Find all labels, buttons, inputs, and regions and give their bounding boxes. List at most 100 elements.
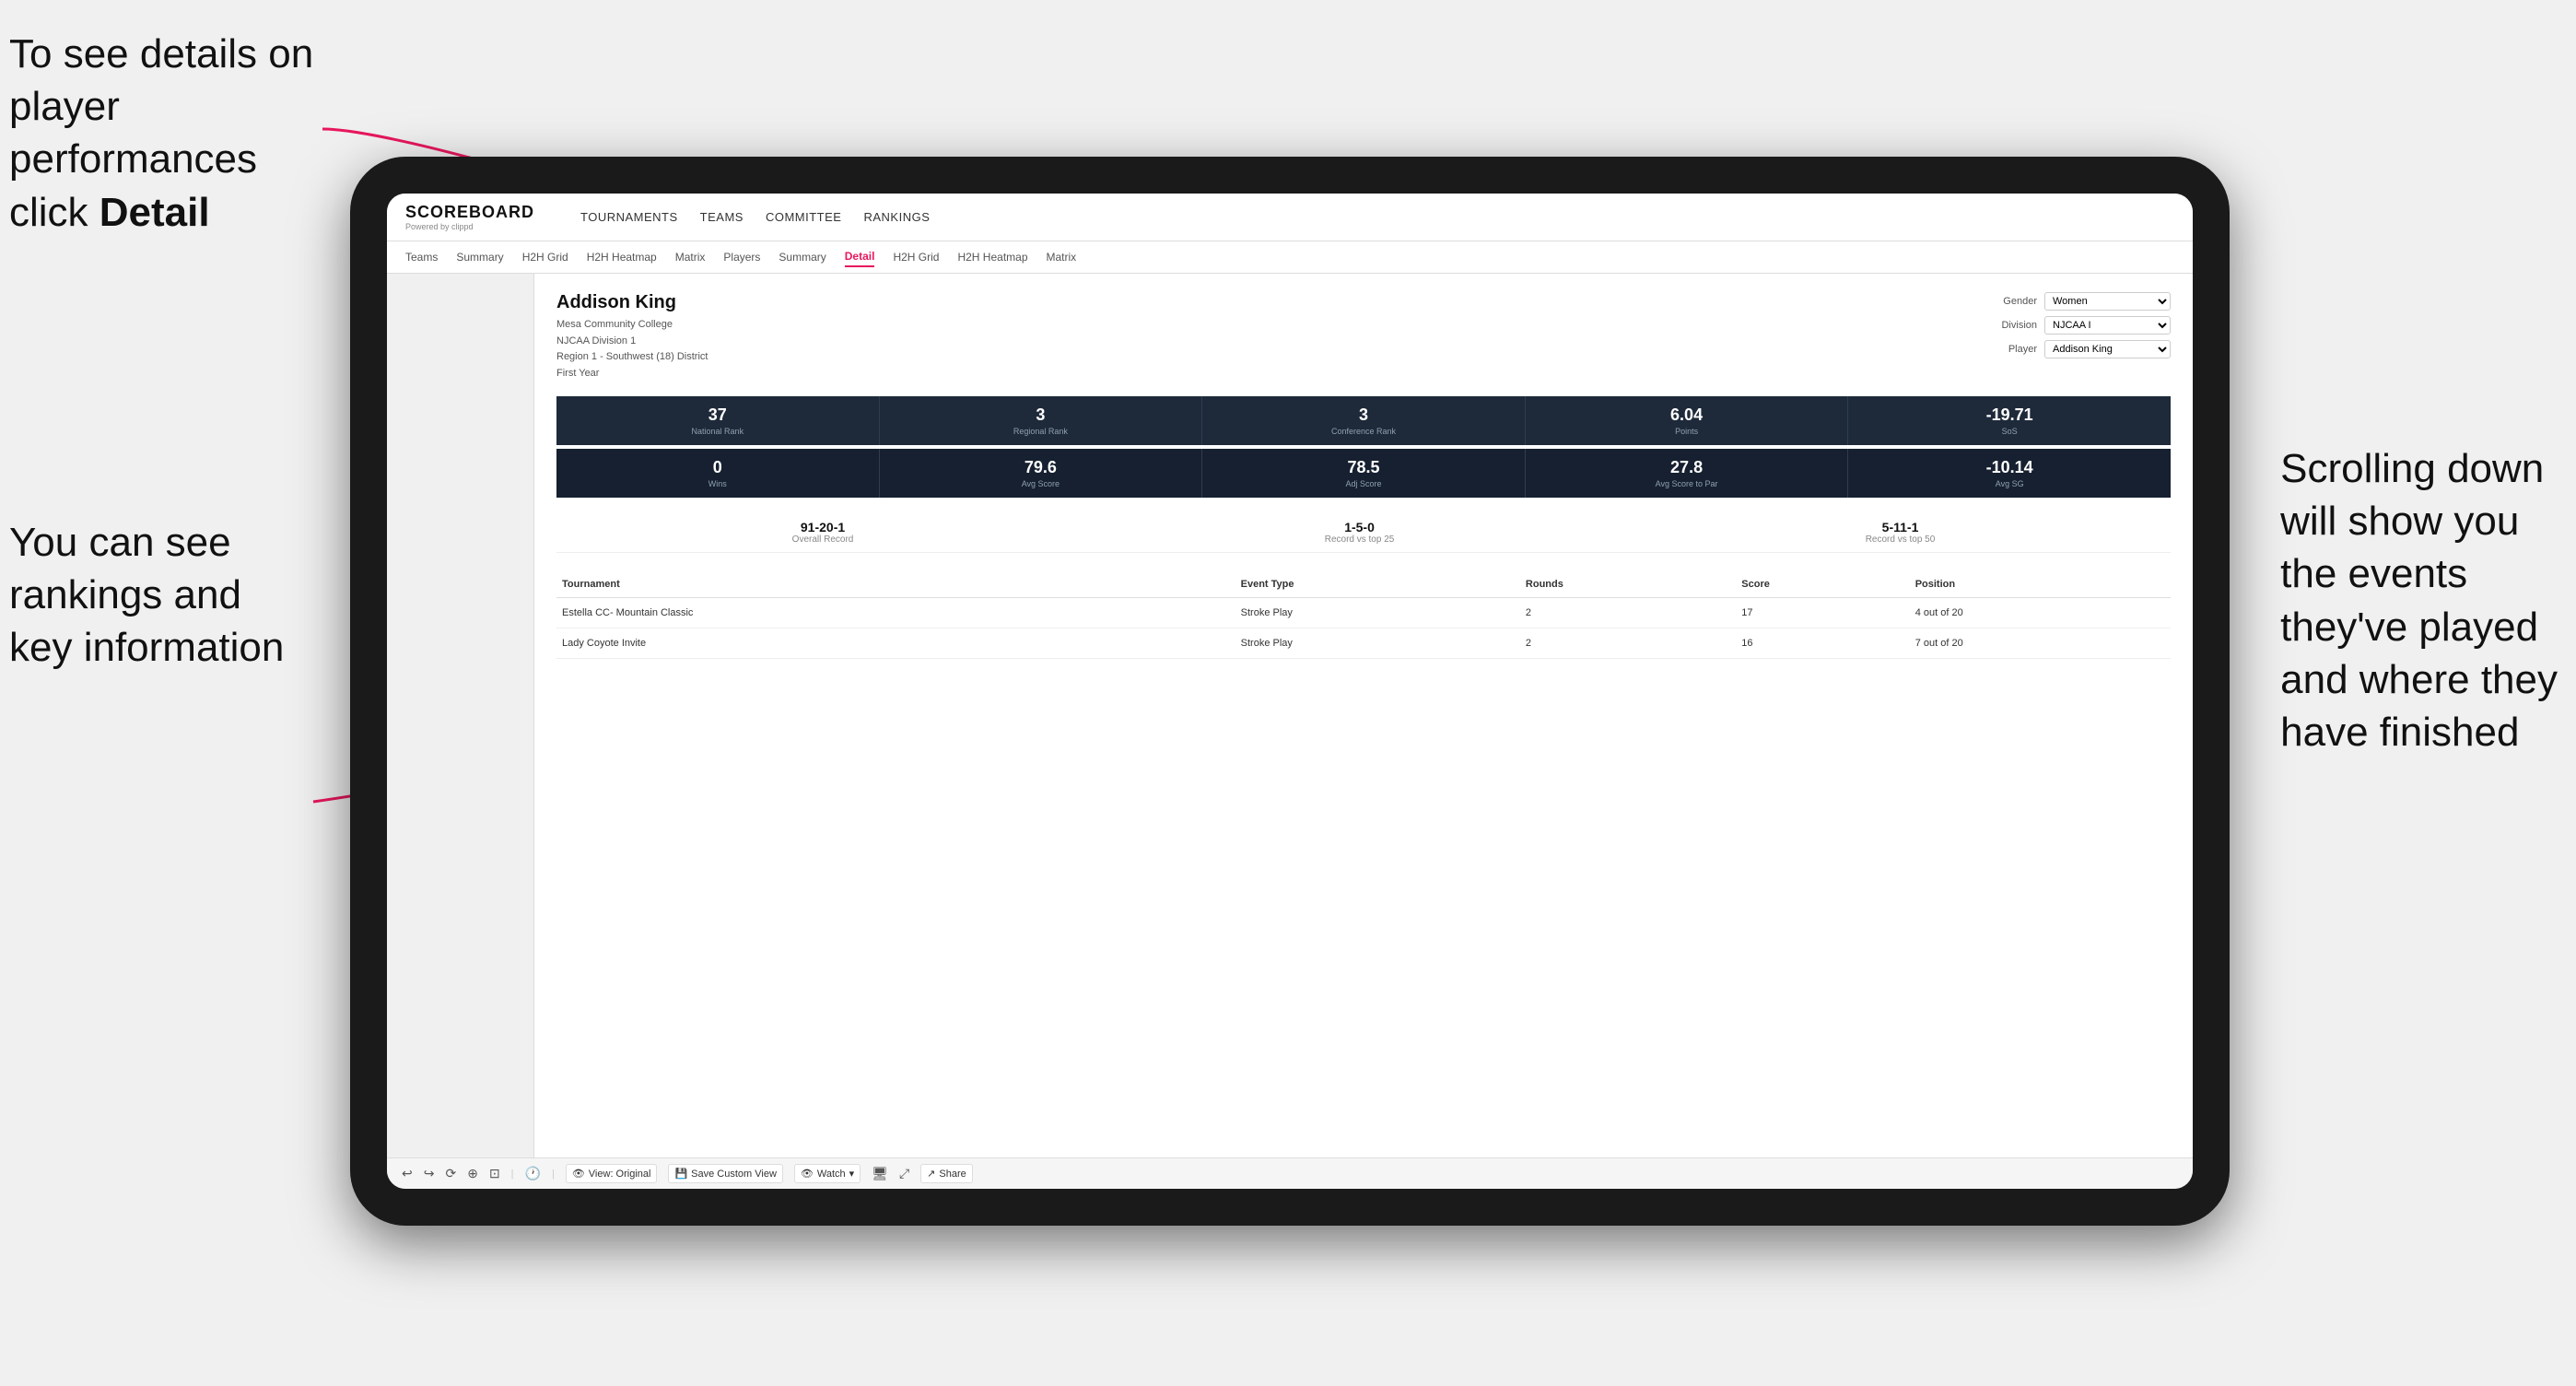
col-score: Score <box>1736 571 1909 598</box>
score-2: 16 <box>1736 628 1909 659</box>
expand-icon[interactable]: ⤢ <box>899 1166 909 1181</box>
subnav-h2h-grid[interactable]: H2H Grid <box>522 248 568 266</box>
crop-icon[interactable]: ⊡ <box>489 1166 500 1181</box>
player-select[interactable]: Addison King <box>2044 340 2171 358</box>
subnav-detail[interactable]: Detail <box>845 247 875 267</box>
col-empty <box>1187 571 1235 598</box>
refresh-icon[interactable]: ⟳ <box>445 1166 456 1181</box>
tournament-name-2: Lady Coyote Invite <box>556 628 1187 659</box>
table-row: Lady Coyote Invite Stroke Play 2 16 7 ou… <box>556 628 2171 659</box>
subnav-teams[interactable]: Teams <box>405 248 438 266</box>
table-row: Estella CC- Mountain Classic Stroke Play… <box>556 598 2171 628</box>
tournament-name-1: Estella CC- Mountain Classic <box>556 598 1187 628</box>
col-tournament: Tournament <box>556 571 1187 598</box>
player-controls: Gender Women Division NJCAA I <box>1986 292 2171 358</box>
tablet-device: SCOREBOARD Powered by clippd TOURNAMENTS… <box>350 157 2230 1226</box>
player-school: Mesa Community College <box>556 319 673 330</box>
screen-icon[interactable]: 🖥 <box>872 1166 888 1181</box>
subnav-h2h-grid2[interactable]: H2H Grid <box>893 248 939 266</box>
stat-national-rank: 37 National Rank <box>556 396 880 445</box>
save-icon: 💾 <box>674 1168 687 1180</box>
table-header-row: Tournament Event Type Rounds Score Posit… <box>556 571 2171 598</box>
score-1: 17 <box>1736 598 1909 628</box>
rounds-1: 2 <box>1520 598 1736 628</box>
gender-control: Gender Women <box>1986 292 2171 311</box>
nav-committee[interactable]: COMMITTEE <box>766 210 842 224</box>
save-custom-btn[interactable]: 💾 Save Custom View <box>668 1164 782 1183</box>
view-original-label: View: Original <box>589 1169 651 1180</box>
player-name: Addison King <box>556 292 708 313</box>
stat-avg-score-par: 27.8 Avg Score to Par <box>1526 449 1849 498</box>
subnav-matrix[interactable]: Matrix <box>675 248 706 266</box>
separator-1: | <box>511 1169 514 1180</box>
view-icon: 👁 <box>572 1168 585 1180</box>
watch-chevron: ▾ <box>849 1168 855 1180</box>
gender-select[interactable]: Women <box>2044 292 2171 311</box>
tablet-screen: SCOREBOARD Powered by clippd TOURNAMENTS… <box>387 194 2193 1189</box>
stats-row2: 0 Wins 79.6 Avg Score 78.5 Adj Score 27.… <box>556 449 2171 498</box>
annotation-right-line4: they've played <box>2280 605 2538 650</box>
logo-title: SCOREBOARD <box>405 203 534 222</box>
scoreboard-logo: SCOREBOARD Powered by clippd <box>405 203 534 231</box>
annotation-line2: rankings and <box>9 572 241 617</box>
tournament-table: Tournament Event Type Rounds Score Posit… <box>556 571 2171 659</box>
record-overall: 91-20-1 Overall Record <box>792 520 854 545</box>
col-rounds: Rounds <box>1520 571 1736 598</box>
share-btn[interactable]: ↗ Share <box>920 1164 973 1183</box>
main-content: Addison King Mesa Community College NJCA… <box>387 274 2193 1157</box>
share-icon: ↗ <box>927 1168 935 1180</box>
stats-row1: 37 National Rank 3 Regional Rank 3 Confe… <box>556 396 2171 445</box>
records-section: 91-20-1 Overall Record 1-5-0 Record vs t… <box>556 512 2171 553</box>
subnav-summary[interactable]: Summary <box>456 248 503 266</box>
annotation-right-line6: have finished <box>2280 710 2519 755</box>
annotation-right-line1: Scrolling down <box>2280 446 2544 491</box>
redo-icon[interactable]: ↪ <box>424 1166 435 1181</box>
player-info: Addison King Mesa Community College NJCA… <box>556 292 708 382</box>
undo-icon[interactable]: ↩ <box>402 1166 413 1181</box>
nav-rankings[interactable]: RANKINGS <box>863 210 930 224</box>
stat-sos: -19.71 SoS <box>1848 396 2171 445</box>
view-original-btn[interactable]: 👁 View: Original <box>566 1164 658 1183</box>
stat-adj-score: 78.5 Adj Score <box>1202 449 1526 498</box>
annotation-line3: key information <box>9 625 284 670</box>
annotation-top-left: To see details on player performances cl… <box>9 28 322 239</box>
zoom-in-icon[interactable]: ⊕ <box>467 1166 478 1181</box>
player-region: Region 1 - Southwest (18) District <box>556 351 708 362</box>
content-panel[interactable]: Addison King Mesa Community College NJCA… <box>534 274 2193 1157</box>
watch-btn[interactable]: 👁 Watch ▾ <box>794 1164 861 1183</box>
subnav-h2h-heatmap2[interactable]: H2H Heatmap <box>957 248 1027 266</box>
nav-tournaments[interactable]: TOURNAMENTS <box>580 210 678 224</box>
stat-points: 6.04 Points <box>1526 396 1849 445</box>
nav-teams[interactable]: TEAMS <box>700 210 744 224</box>
annotation-bold: Detail <box>100 190 210 235</box>
division-label: Division <box>1986 320 2037 331</box>
annotation-bottom-left: You can see rankings and key information <box>9 516 284 675</box>
record-top25: 1-5-0 Record vs top 25 <box>1325 520 1395 545</box>
stat-avg-sg: -10.14 Avg SG <box>1848 449 2171 498</box>
subnav-h2h-heatmap[interactable]: H2H Heatmap <box>587 248 657 266</box>
subnav-players[interactable]: Players <box>723 248 760 266</box>
subnav-summary2[interactable]: Summary <box>779 248 825 266</box>
stat-regional-rank: 3 Regional Rank <box>880 396 1203 445</box>
watch-icon: 👁 <box>801 1168 814 1180</box>
separator-2: | <box>552 1169 555 1180</box>
gender-label: Gender <box>1986 296 2037 307</box>
tournament-extra-1 <box>1187 598 1235 628</box>
stat-avg-score: 79.6 Avg Score <box>880 449 1203 498</box>
annotation-right-line2: will show you <box>2280 499 2519 544</box>
player-year: First Year <box>556 368 599 379</box>
annotation-right-line5: and where they <box>2280 657 2558 702</box>
clock-icon[interactable]: 🕐 <box>525 1166 541 1181</box>
bottom-toolbar: ↩ ↪ ⟳ ⊕ ⊡ | 🕐 | 👁 View: Original 💾 Save … <box>387 1157 2193 1189</box>
app-header: SCOREBOARD Powered by clippd TOURNAMENTS… <box>387 194 2193 241</box>
rounds-2: 2 <box>1520 628 1736 659</box>
division-control: Division NJCAA I <box>1986 316 2171 335</box>
share-label: Share <box>939 1169 966 1180</box>
division-select[interactable]: NJCAA I <box>2044 316 2171 335</box>
player-division: NJCAA Division 1 <box>556 335 636 346</box>
main-nav: TOURNAMENTS TEAMS COMMITTEE RANKINGS <box>580 210 930 224</box>
subnav-matrix2[interactable]: Matrix <box>1047 248 1077 266</box>
col-event-type: Event Type <box>1235 571 1520 598</box>
col-position: Position <box>1910 571 2171 598</box>
record-top50: 5-11-1 Record vs top 50 <box>1866 520 1936 545</box>
